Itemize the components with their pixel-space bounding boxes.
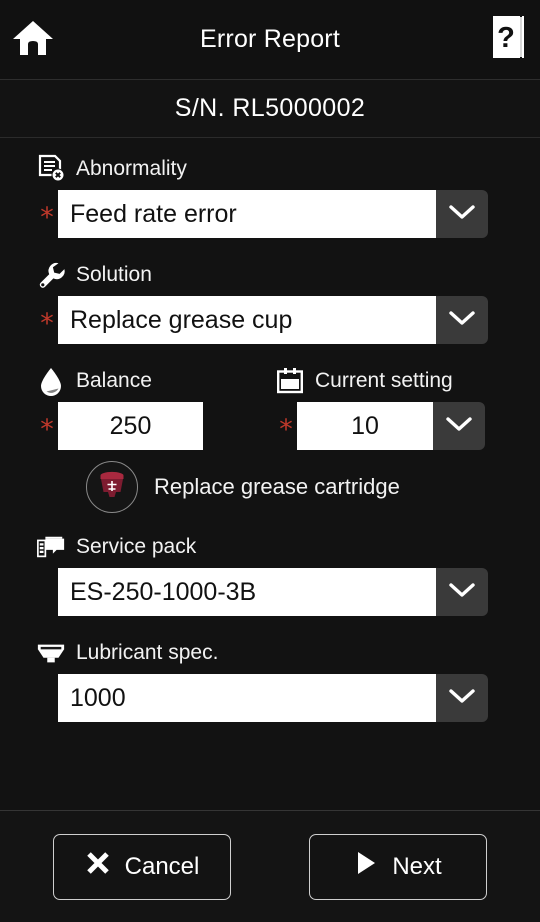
error-report-screen: Error Report ? S/N. RL5000002 Abnormalit…	[0, 0, 540, 922]
next-button[interactable]: Next	[309, 833, 487, 900]
lubricant-spec-input-row: 1000	[0, 674, 540, 722]
calendar-icon	[275, 366, 305, 396]
field-balance: Balance * 250	[0, 362, 255, 450]
current-setting-value[interactable]: 10	[297, 402, 433, 450]
current-setting-combobox[interactable]: 10	[297, 402, 485, 450]
document-error-icon	[36, 154, 66, 184]
chevron-down-icon	[448, 203, 476, 226]
chevron-down-icon	[445, 415, 473, 438]
balance-value[interactable]: 250	[58, 402, 203, 450]
chevron-down-icon	[448, 309, 476, 332]
chevron-down-icon	[448, 687, 476, 710]
current-setting-label: Current setting	[315, 369, 453, 392]
solution-label-row: Solution	[0, 256, 540, 294]
abnormality-combobox[interactable]: Feed rate error	[58, 190, 488, 238]
home-icon	[11, 18, 55, 63]
form-body: Abnormality * Feed rate error Solution *…	[0, 138, 540, 810]
abnormality-input-row: * Feed rate error	[0, 190, 540, 238]
droplet-icon	[36, 366, 66, 396]
solution-required-marker: *	[40, 307, 54, 339]
current-setting-required-marker: *	[279, 413, 293, 445]
solution-combobox[interactable]: Replace grease cup	[58, 296, 488, 344]
solution-dropdown-button[interactable]	[436, 296, 488, 344]
package-icon	[36, 532, 66, 562]
service-pack-label-row: Service pack	[0, 528, 540, 566]
field-solution: Solution * Replace grease cup	[0, 256, 540, 348]
home-button[interactable]	[6, 14, 60, 66]
serial-number-text: S/N. RL5000002	[174, 94, 366, 122]
next-button-label: Next	[392, 852, 442, 880]
replace-grease-cartridge-row[interactable]: Replace grease cartridge	[0, 456, 540, 518]
replace-grease-cartridge-button[interactable]	[86, 461, 138, 513]
service-pack-combobox[interactable]: ES-250-1000-3B	[58, 568, 488, 616]
balance-required-marker: *	[40, 413, 54, 445]
bottom-action-bar: Cancel Next	[0, 810, 540, 922]
service-pack-value[interactable]: ES-250-1000-3B	[58, 568, 436, 616]
chevron-down-icon	[448, 581, 476, 604]
cancel-button[interactable]: Cancel	[53, 833, 231, 900]
cancel-button-label: Cancel	[124, 852, 200, 880]
help-book-icon: ?	[492, 15, 526, 64]
field-lubricant-spec: Lubricant spec. 1000	[0, 634, 540, 726]
solution-input-row: * Replace grease cup	[0, 296, 540, 344]
close-x-icon	[85, 850, 111, 883]
lubricant-spec-dropdown-button[interactable]	[436, 674, 488, 722]
service-pack-input-row: ES-250-1000-3B	[0, 568, 540, 616]
serial-number-bar: S/N. RL5000002	[0, 80, 540, 138]
lubricant-spec-value[interactable]: 1000	[58, 674, 436, 722]
balance-field[interactable]: 250	[58, 402, 203, 450]
abnormality-label: Abnormality	[76, 157, 187, 180]
help-button[interactable]: ?	[490, 15, 528, 64]
abnormality-value[interactable]: Feed rate error	[58, 190, 436, 238]
field-abnormality: Abnormality * Feed rate error	[0, 150, 540, 242]
abnormality-label-row: Abnormality	[0, 150, 540, 188]
abnormality-required-marker: *	[40, 201, 54, 233]
lubricant-spec-label: Lubricant spec.	[76, 641, 219, 664]
current-setting-input-row: * 10	[255, 402, 540, 450]
wrench-icon	[36, 260, 66, 290]
titlebar: Error Report ?	[0, 0, 540, 80]
current-setting-label-row: Current setting	[255, 362, 540, 400]
balance-label-row: Balance	[0, 362, 255, 400]
solution-value[interactable]: Replace grease cup	[58, 296, 436, 344]
lubricant-spec-label-row: Lubricant spec.	[0, 634, 540, 672]
service-pack-dropdown-button[interactable]	[436, 568, 488, 616]
replace-grease-cartridge-label: Replace grease cartridge	[154, 474, 400, 499]
lubricant-spec-combobox[interactable]: 1000	[58, 674, 488, 722]
balance-input-row: * 250	[0, 402, 255, 450]
field-current-setting: Current setting * 10	[255, 362, 540, 450]
balance-label: Balance	[76, 369, 152, 392]
balance-current-row: Balance * 250 Current setting * 10	[0, 362, 540, 450]
grease-cup-icon	[36, 638, 66, 668]
field-service-pack: Service pack ES-250-1000-3B	[0, 528, 540, 620]
service-pack-label: Service pack	[76, 535, 197, 558]
solution-label: Solution	[76, 263, 152, 286]
current-setting-dropdown-button[interactable]	[433, 402, 485, 450]
grease-cartridge-icon	[95, 469, 129, 506]
abnormality-dropdown-button[interactable]	[436, 190, 488, 238]
play-triangle-icon	[354, 849, 378, 884]
page-title: Error Report	[200, 25, 340, 53]
svg-text:?: ?	[497, 22, 515, 54]
